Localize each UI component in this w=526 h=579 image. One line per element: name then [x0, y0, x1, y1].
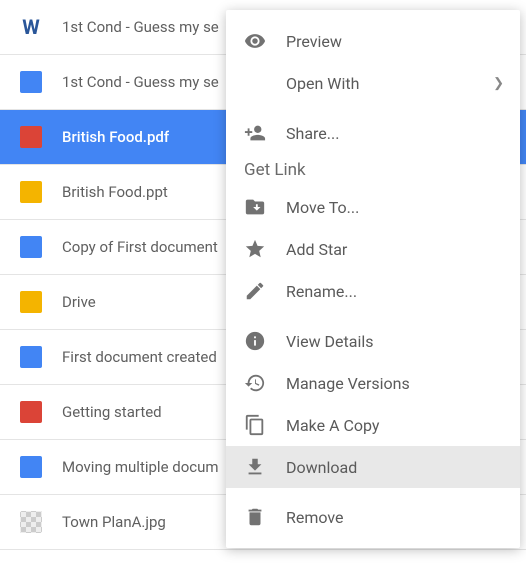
menu-label: Add Star — [286, 240, 347, 259]
menu-share[interactable]: Share... — [226, 112, 520, 154]
info-icon — [244, 330, 266, 352]
pdf-file-icon — [20, 126, 42, 148]
menu-download[interactable]: Download — [226, 446, 520, 488]
chevron-right-icon: ❯ — [493, 76, 504, 91]
word-file-icon: W — [20, 16, 42, 38]
download-icon — [244, 456, 266, 478]
person-add-icon — [244, 122, 266, 144]
menu-label: Move To... — [286, 198, 359, 217]
menu-manage-versions[interactable]: Manage Versions — [226, 362, 520, 404]
file-name: Copy of First document — [62, 238, 218, 256]
menu-make-a-copy[interactable]: Make A Copy — [226, 404, 520, 446]
blank-icon — [244, 72, 266, 94]
star-icon — [244, 238, 266, 260]
file-name: Getting started — [62, 403, 162, 421]
gdoc-file-icon — [20, 456, 42, 478]
gdoc-file-icon — [20, 71, 42, 93]
menu-open-with[interactable]: Open With ❯ — [226, 62, 520, 104]
context-menu: Preview Open With ❯ Share... Get Link Mo… — [226, 10, 520, 548]
menu-label: Get Link — [244, 160, 306, 180]
file-name: British Food.pdf — [62, 128, 169, 146]
file-name: British Food.ppt — [62, 183, 168, 201]
menu-label: View Details — [286, 332, 374, 351]
menu-move-to[interactable]: Move To... — [226, 186, 520, 228]
menu-label: Manage Versions — [286, 374, 410, 393]
gslide-file-icon — [20, 291, 42, 313]
menu-view-details[interactable]: View Details — [226, 320, 520, 362]
menu-label: Preview — [286, 32, 342, 51]
folder-move-icon — [244, 196, 266, 218]
menu-label: Open With — [286, 74, 359, 93]
eye-icon — [244, 30, 266, 52]
menu-label: Remove — [286, 508, 344, 527]
image-file-icon — [20, 511, 42, 533]
file-name: First document created — [62, 348, 217, 366]
history-icon — [244, 372, 266, 394]
pdf-file-icon — [20, 401, 42, 423]
file-name: Drive — [62, 293, 96, 311]
menu-add-star[interactable]: Add Star — [226, 228, 520, 270]
menu-get-link[interactable]: Get Link — [226, 154, 520, 186]
menu-label: Download — [286, 458, 357, 477]
menu-label: Rename... — [286, 282, 357, 301]
menu-label: Make A Copy — [286, 416, 380, 435]
file-name: 1st Cond - Guess my se — [62, 18, 219, 36]
menu-preview[interactable]: Preview — [226, 20, 520, 62]
trash-icon — [244, 506, 266, 528]
copy-icon — [244, 414, 266, 436]
file-name: 1st Cond - Guess my se — [62, 73, 219, 91]
gdoc-file-icon — [20, 236, 42, 258]
file-name: Town PlanA.jpg — [62, 513, 166, 531]
gdoc-file-icon — [20, 346, 42, 368]
file-name: Moving multiple docum — [62, 458, 219, 476]
gslide-file-icon — [20, 181, 42, 203]
menu-label: Share... — [286, 124, 339, 143]
menu-remove[interactable]: Remove — [226, 496, 520, 538]
menu-rename[interactable]: Rename... — [226, 270, 520, 312]
pencil-icon — [244, 280, 266, 302]
